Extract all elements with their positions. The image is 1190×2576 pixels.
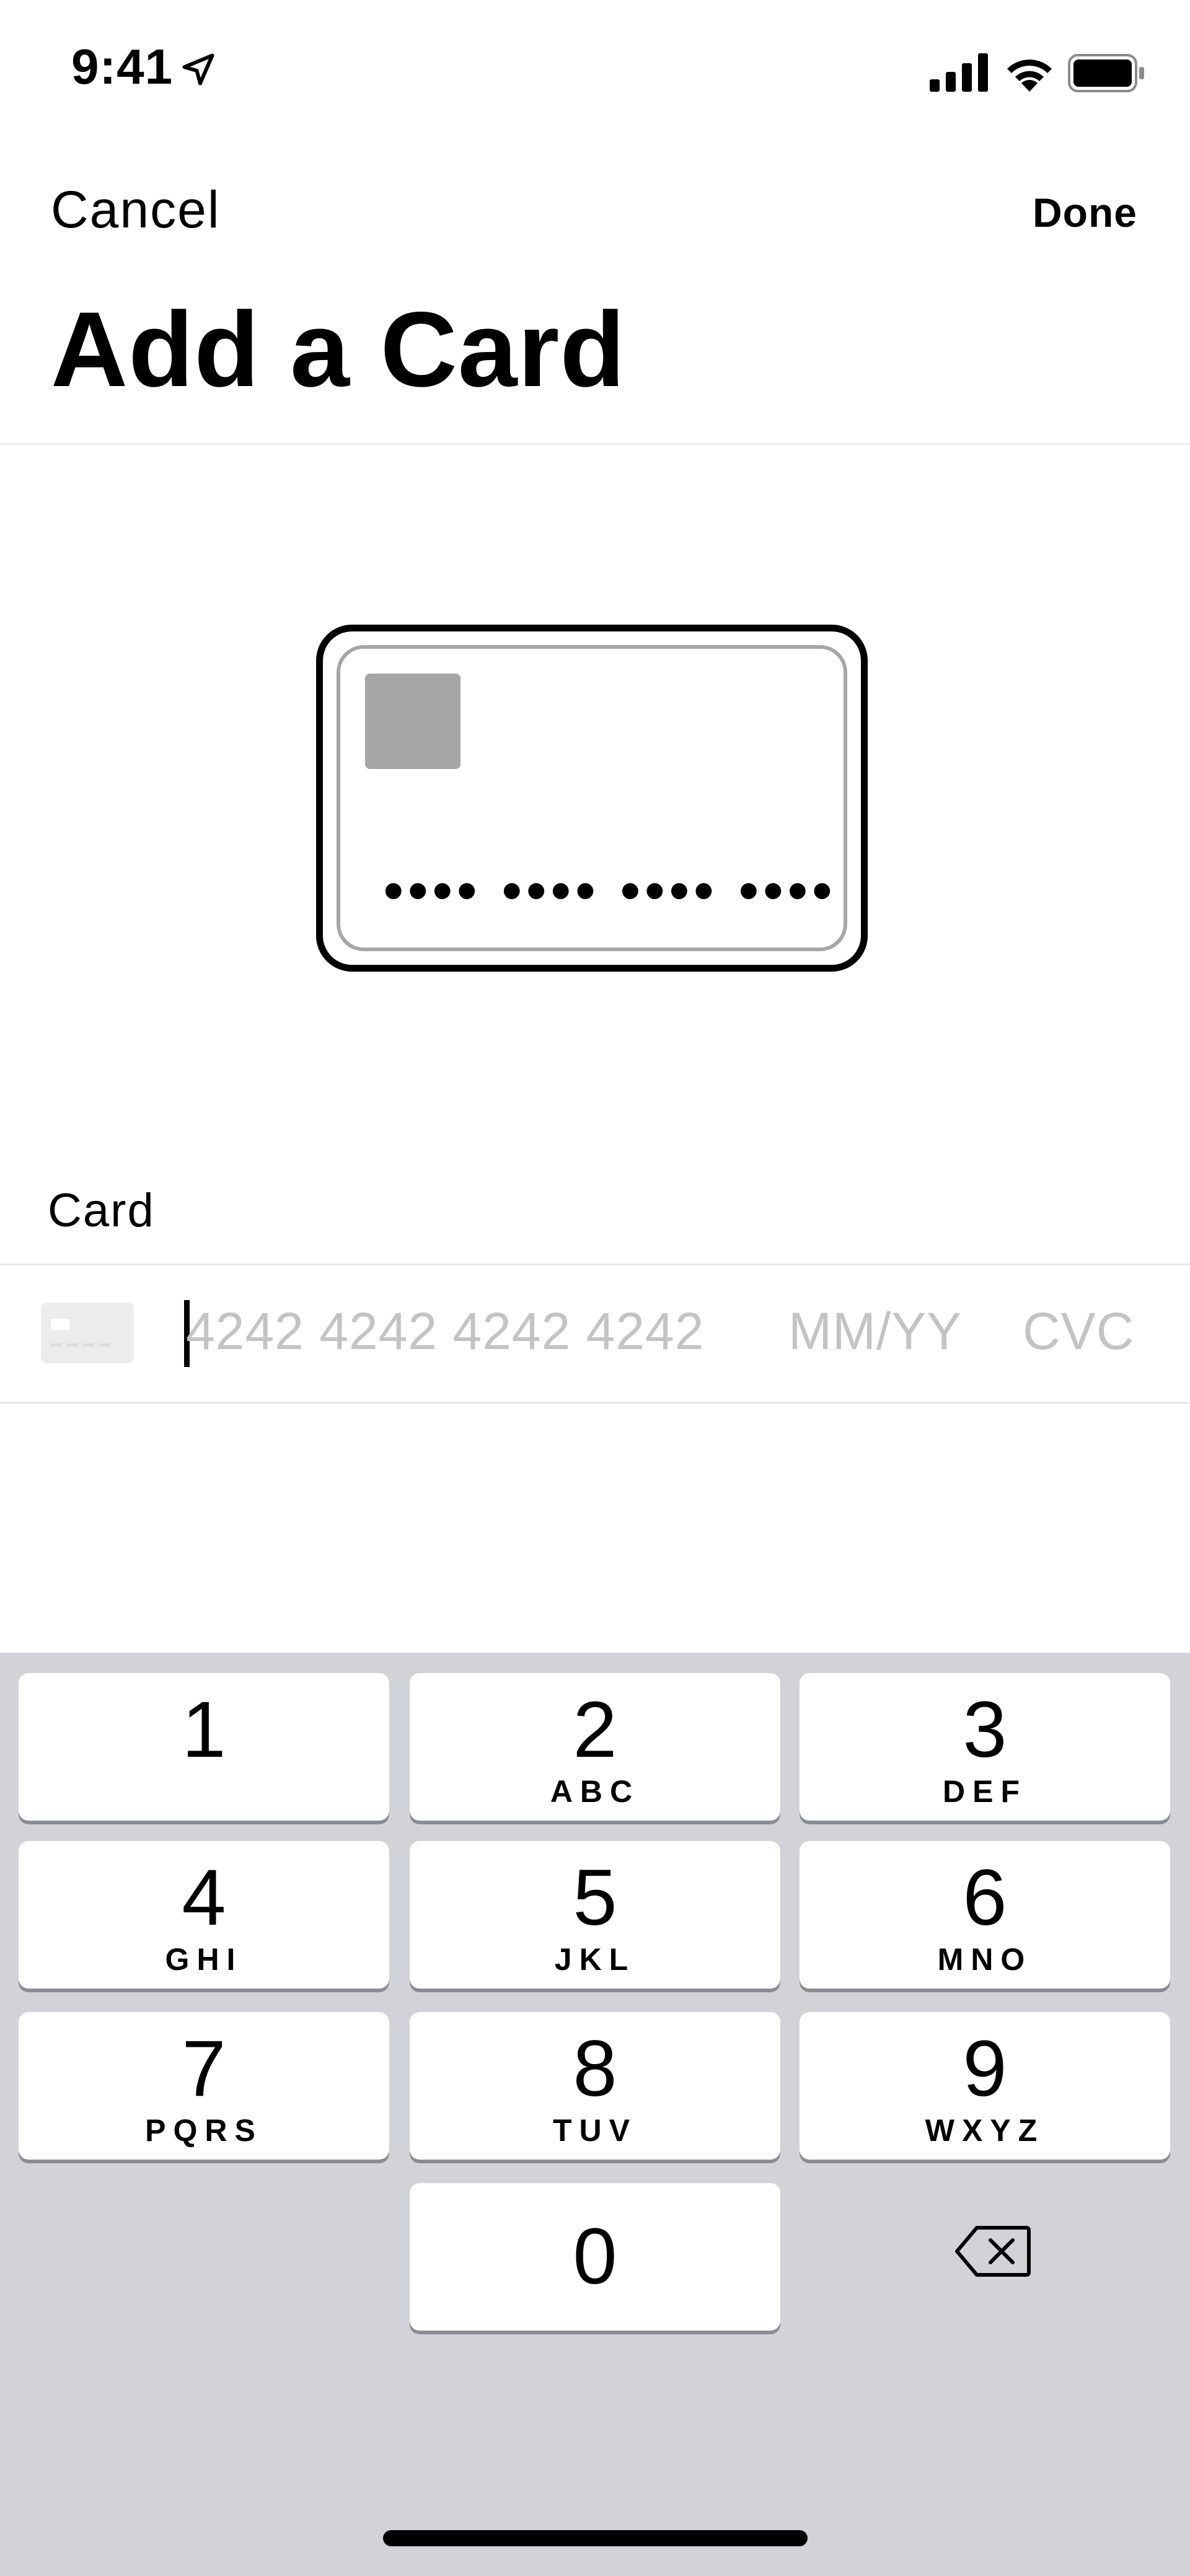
key-1[interactable]: 1 bbox=[19, 1673, 389, 1821]
key-2[interactable]: 2 ABC bbox=[410, 1673, 780, 1821]
key-digit: 5 bbox=[573, 1853, 617, 1942]
card-inner-frame: •••• •••• •••• •••• bbox=[337, 645, 847, 951]
key-digit: 0 bbox=[573, 2212, 617, 2301]
card-brand-icon bbox=[41, 1303, 134, 1363]
key-3[interactable]: 3 DEF bbox=[800, 1673, 1170, 1821]
status-bar: 9:41 bbox=[0, 0, 1190, 143]
card-number-input[interactable]: 4242 4242 4242 4242 bbox=[186, 1301, 704, 1361]
cellular-signal-icon bbox=[930, 53, 988, 92]
key-digit: 6 bbox=[963, 1853, 1007, 1942]
key-9[interactable]: 9 WXYZ bbox=[800, 2012, 1170, 2160]
numeric-keypad: 1 2 ABC 3 DEF 4 GHI 5 JKL 6 MNO 7 PQRS 8… bbox=[0, 1653, 1190, 2576]
card-illustration: •••• •••• •••• •••• bbox=[316, 625, 868, 972]
key-letters: GHI bbox=[165, 1942, 243, 1977]
wifi-icon bbox=[1007, 59, 1052, 92]
status-time: 9:41 bbox=[71, 39, 174, 94]
key-letters: ABC bbox=[550, 1774, 640, 1809]
key-letters: DEF bbox=[943, 1774, 1027, 1809]
key-digit: 3 bbox=[963, 1686, 1007, 1774]
key-5[interactable]: 5 JKL bbox=[410, 1841, 780, 1989]
battery-icon bbox=[1068, 54, 1144, 92]
card-field-label: Card bbox=[48, 1184, 155, 1237]
key-digit: 7 bbox=[182, 2024, 226, 2113]
key-0[interactable]: 0 bbox=[410, 2183, 780, 2331]
key-letters: TUV bbox=[553, 2113, 637, 2148]
key-letters: MNO bbox=[937, 1942, 1033, 1977]
key-digit: 1 bbox=[182, 1686, 226, 1774]
key-letters: PQRS bbox=[145, 2113, 263, 2148]
cvc-input[interactable]: CVC bbox=[1023, 1301, 1134, 1361]
key-digit: 4 bbox=[182, 1853, 226, 1942]
key-digit: 9 bbox=[963, 2024, 1007, 2113]
card-chip bbox=[365, 674, 461, 769]
key-6[interactable]: 6 MNO bbox=[800, 1841, 1170, 1989]
field-divider-top bbox=[0, 1264, 1190, 1265]
key-letters: WXYZ bbox=[925, 2113, 1045, 2148]
key-digit: 2 bbox=[573, 1686, 617, 1774]
key-digit: 8 bbox=[573, 2024, 617, 2113]
field-divider-bottom bbox=[0, 1402, 1190, 1404]
expiry-input[interactable]: MM/YY bbox=[788, 1301, 962, 1361]
key-letters: JKL bbox=[554, 1942, 636, 1977]
header-divider bbox=[0, 443, 1190, 445]
key-7[interactable]: 7 PQRS bbox=[19, 2012, 389, 2160]
key-4[interactable]: 4 GHI bbox=[19, 1841, 389, 1989]
home-indicator[interactable] bbox=[383, 2530, 808, 2546]
location-arrow-icon bbox=[182, 53, 214, 86]
key-8[interactable]: 8 TUV bbox=[410, 2012, 780, 2160]
done-button[interactable]: Done bbox=[1033, 189, 1137, 236]
backspace-icon[interactable] bbox=[954, 2225, 1031, 2278]
page-title: Add a Card bbox=[51, 290, 626, 409]
cancel-button[interactable]: Cancel bbox=[51, 180, 220, 240]
card-number-mask: •••• •••• •••• •••• bbox=[384, 860, 837, 922]
